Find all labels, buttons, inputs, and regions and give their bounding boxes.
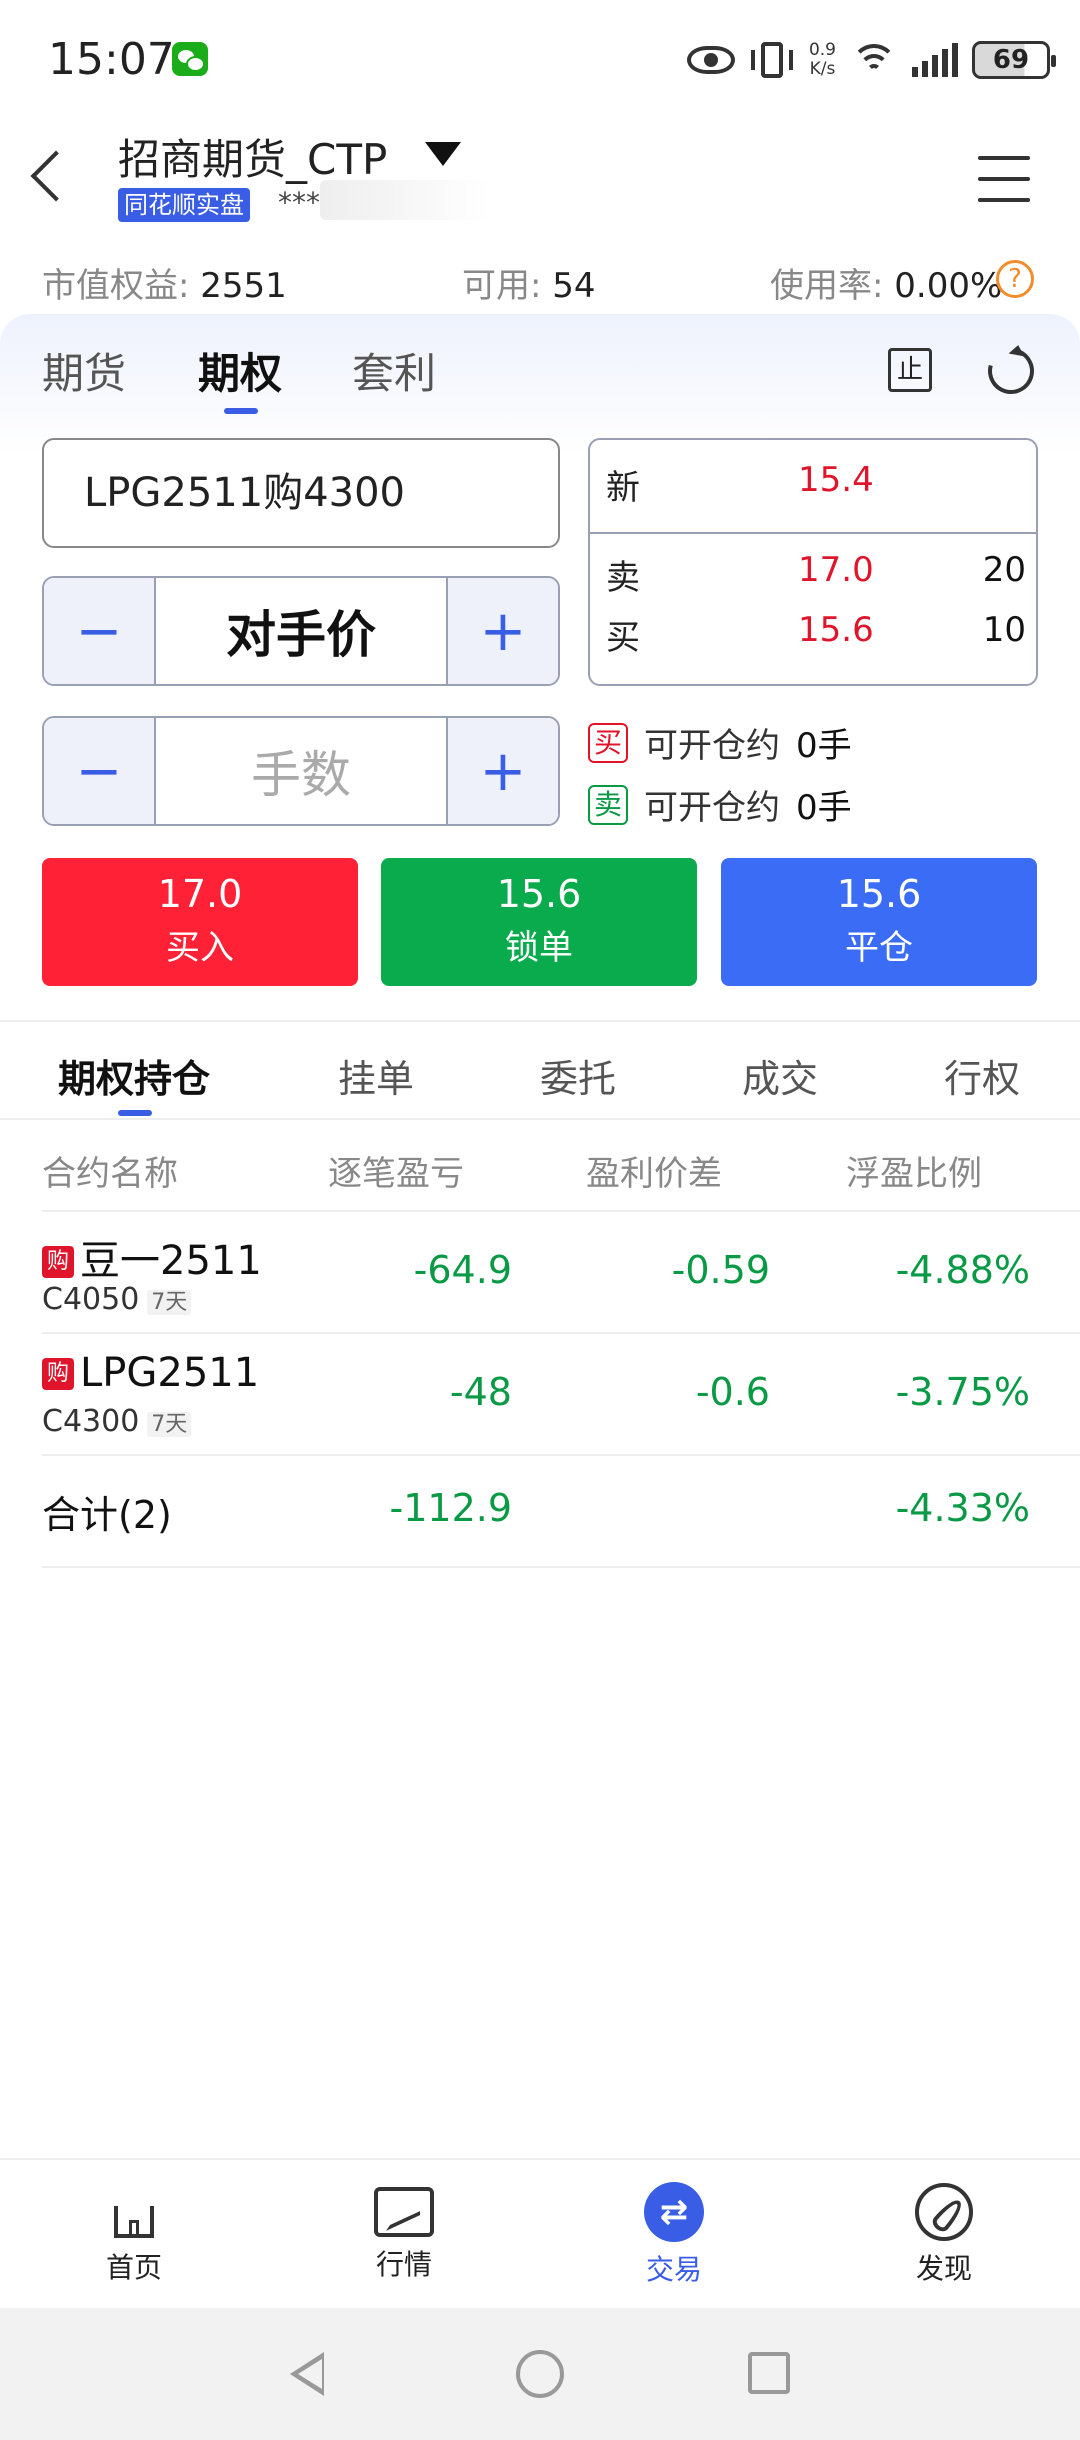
nav-discover[interactable]: 发现 [864, 2183, 1024, 2287]
account-number: *** [278, 186, 320, 219]
row-pnl: -48 [449, 1370, 512, 1414]
bid-volume: 10 [982, 610, 1026, 650]
nav-home[interactable]: 首页 [54, 2184, 214, 2286]
trade-type-tabs: 期货 期权 套利 止 [0, 330, 1080, 420]
total-ratio: -4.33% [895, 1486, 1030, 1530]
price-mode[interactable]: 对手价 [156, 578, 446, 684]
tab-underline [224, 408, 258, 414]
tab-option-positions[interactable]: 期权持仓 [58, 1048, 210, 1103]
row-ratio: -4.88% [895, 1248, 1030, 1292]
status-icons: 0.9 K/s 69 [686, 36, 1056, 84]
row-spread: -0.6 [695, 1370, 770, 1414]
stop-order-icon[interactable]: 止 [888, 348, 932, 392]
price-plus-button[interactable]: + [446, 578, 558, 684]
help-icon[interactable]: ? [996, 260, 1034, 298]
menu-icon[interactable] [978, 156, 1030, 202]
usage-rate: 使用率: 0.00% [770, 266, 1003, 306]
nav-trade[interactable]: ⇄ 交易 [594, 2182, 754, 2288]
bottom-nav: 首页 行情 ⇄ 交易 发现 [0, 2158, 1080, 2308]
chart-icon [374, 2187, 434, 2237]
sell-tag: 卖 [588, 784, 628, 825]
status-bar: 15:07 0.9 K/s 69 [0, 0, 1080, 120]
signal-icon [912, 43, 958, 77]
compass-icon [915, 2183, 973, 2241]
call-badge: 购 [42, 1358, 74, 1390]
quote-bid: 买 15.6 10 [606, 610, 1026, 658]
contract-strike: C4050 7天 [42, 1282, 192, 1317]
wechat-icon [172, 42, 208, 76]
account-masked-blur [320, 180, 490, 220]
call-badge: 购 [42, 1246, 74, 1278]
nav-market[interactable]: 行情 [324, 2184, 484, 2283]
tab-trades[interactable]: 成交 [742, 1048, 818, 1103]
quote-box: 新 15.4 卖 17.0 20 买 15.6 10 [588, 438, 1038, 686]
row-pnl: -64.9 [413, 1248, 512, 1292]
eye-icon [686, 46, 735, 74]
tab-pending-orders[interactable]: 挂单 [338, 1048, 414, 1103]
close-position-button[interactable]: 15.6 平仓 [721, 858, 1037, 986]
ptab-underline [118, 1110, 152, 1116]
col-contract: 合约名称 [42, 1154, 178, 1194]
status-time: 15:07 [48, 34, 175, 85]
qty-minus-button[interactable]: − [44, 718, 156, 824]
table-row[interactable]: 购豆一2511 C4050 7天 -64.9 -0.59 -4.88% [42, 1212, 1080, 1334]
system-nav-bar [0, 2308, 1080, 2440]
system-recents-icon[interactable] [748, 2352, 790, 2394]
ask-price: 17.0 [798, 550, 874, 590]
buy-button[interactable]: 17.0 买入 [42, 858, 358, 986]
back-icon[interactable] [30, 150, 82, 202]
price-minus-button[interactable]: − [44, 578, 156, 684]
tab-futures[interactable]: 期货 [42, 340, 126, 401]
col-spread: 盈利价差 [586, 1154, 722, 1194]
battery-icon: 69 [972, 41, 1056, 79]
account-badge: 同花顺实盘 [118, 188, 250, 222]
app-header: 招商期货_CTP 同花顺实盘 *** [0, 120, 1080, 240]
dropdown-triangle-icon[interactable] [425, 142, 461, 166]
tab-options[interactable]: 期权 [198, 340, 282, 401]
equity: 市值权益: 2551 [42, 266, 287, 306]
broker-title[interactable]: 招商期货_CTP [118, 126, 387, 187]
ask-volume: 20 [982, 550, 1026, 590]
bid-price: 15.6 [798, 610, 874, 650]
price-stepper: − 对手价 + [42, 576, 560, 686]
trade-icon: ⇄ [644, 2182, 704, 2242]
col-pnl: 逐笔盈亏 [328, 1154, 464, 1194]
system-back-icon[interactable] [290, 2352, 324, 2396]
col-ratio: 浮盈比例 [846, 1154, 982, 1194]
tab-arbitrage[interactable]: 套利 [352, 340, 436, 401]
refresh-icon[interactable] [979, 339, 1043, 403]
table-row[interactable]: 购 LPG2511 C4300 7天 -48 -0.6 -3.75% [42, 1334, 1080, 1456]
quote-last: 新 15.4 [606, 460, 874, 508]
tab-orders[interactable]: 委托 [540, 1048, 616, 1103]
quantity-input[interactable]: 手数 [156, 718, 446, 824]
wifi-icon [850, 40, 898, 80]
contract-input[interactable]: LPG2511购4300 [42, 438, 560, 548]
system-home-icon[interactable] [516, 2350, 564, 2398]
total-label: 合计(2) [42, 1493, 172, 1537]
buy-open-available: 买 可开仓约 0手 [588, 718, 852, 767]
total-pnl: -112.9 [389, 1486, 513, 1530]
qty-plus-button[interactable]: + [446, 718, 558, 824]
row-spread: -0.59 [671, 1248, 770, 1292]
sell-open-available: 卖 可开仓约 0手 [588, 780, 852, 829]
account-summary: 市值权益: 2551 可用: 54 使用率: 0.00% ? [0, 258, 1080, 308]
buy-tag: 买 [588, 722, 628, 763]
contract-name: 购 LPG2511 [42, 1350, 259, 1396]
contract-name: 购豆一2511 [42, 1228, 262, 1286]
row-ratio: -3.75% [895, 1370, 1030, 1414]
last-price: 15.4 [798, 460, 874, 500]
position-tabs: 期权持仓 挂单 委托 成交 行权 [0, 1020, 1080, 1120]
home-icon [106, 2184, 162, 2240]
network-speed: 0.9 K/s [808, 40, 836, 79]
quote-ask: 卖 17.0 20 [606, 550, 1026, 598]
tab-exercise[interactable]: 行权 [944, 1048, 1020, 1103]
vibrate-icon [749, 42, 795, 78]
available: 可用: 54 [462, 266, 596, 306]
lock-button[interactable]: 15.6 锁单 [381, 858, 697, 986]
quantity-stepper: − 手数 + [42, 716, 560, 826]
total-row: 合计(2) -112.9 -4.33% [42, 1456, 1080, 1568]
contract-strike: C4300 7天 [42, 1404, 192, 1439]
